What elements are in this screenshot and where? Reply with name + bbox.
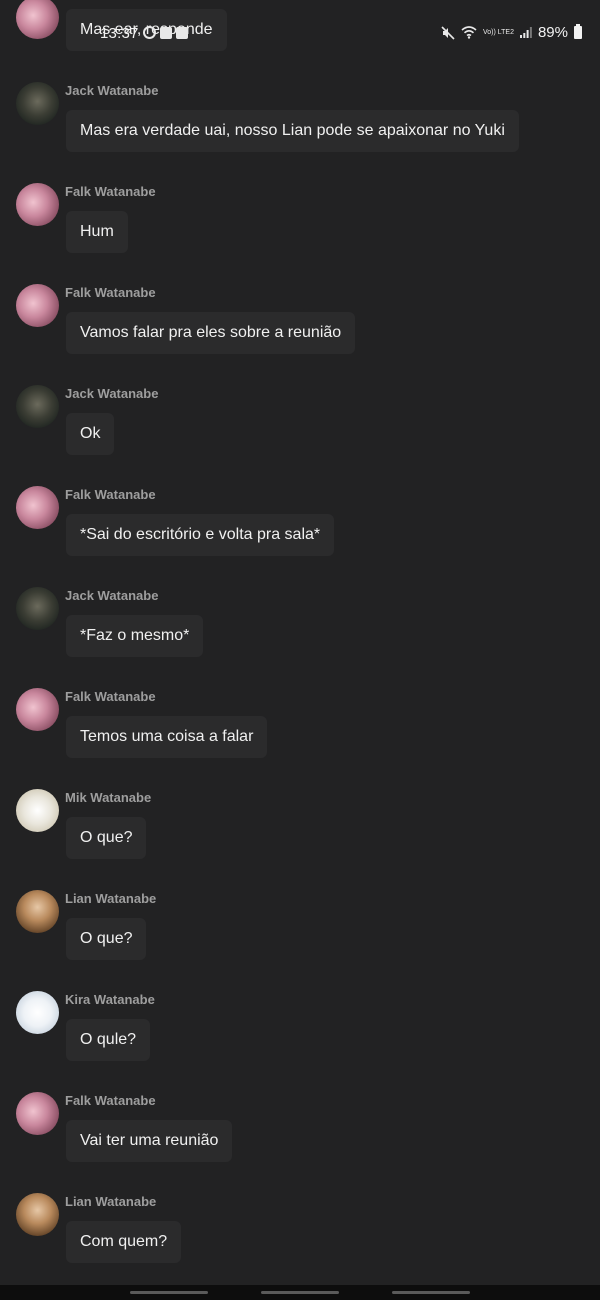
navigation-bar <box>0 1285 600 1300</box>
sender-name[interactable]: Kira Watanabe <box>65 992 155 1007</box>
sender-name[interactable]: Jack Watanabe <box>65 386 158 401</box>
nav-home-button[interactable] <box>261 1291 339 1294</box>
avatar-falk[interactable] <box>16 183 59 226</box>
message-icon <box>176 26 188 39</box>
status-bar: 13:37 Vo)) LTE2 89% <box>0 22 600 46</box>
nav-recents-button[interactable] <box>130 1291 208 1294</box>
avatar-mik[interactable] <box>16 789 59 832</box>
avatar-falk[interactable] <box>16 688 59 731</box>
chat-message-list[interactable]: Mas ear, responde Jack Watanabe Mas era … <box>0 0 600 1285</box>
battery-percentage: 89% <box>537 24 568 41</box>
sender-name[interactable]: Jack Watanabe <box>65 83 158 98</box>
message-bubble[interactable]: Vai ter uma reunião <box>66 1120 233 1162</box>
mute-icon <box>441 25 455 40</box>
sender-name[interactable]: Lian Watanabe <box>65 1194 156 1209</box>
volte-indicator: Vo)) LTE2 <box>482 29 514 36</box>
avatar-falk[interactable] <box>16 486 59 529</box>
avatar-falk[interactable] <box>16 284 59 327</box>
gallery-icon <box>160 26 172 39</box>
avatar-jack[interactable] <box>16 587 59 630</box>
message-bubble[interactable]: *Sai do escritório e volta pra sala* <box>66 514 335 556</box>
battery-icon <box>574 24 582 39</box>
status-time: 13:37 <box>100 25 139 42</box>
sender-name[interactable]: Falk Watanabe <box>65 689 156 704</box>
screen: Mas ear, responde Jack Watanabe Mas era … <box>0 0 600 1300</box>
avatar-lian[interactable] <box>16 1193 59 1236</box>
message-bubble[interactable]: O que? <box>66 817 147 859</box>
sender-name[interactable]: Lian Watanabe <box>65 891 156 906</box>
message-bubble[interactable]: Ok <box>66 413 115 455</box>
avatar-lian[interactable] <box>16 890 59 933</box>
sender-name[interactable]: Falk Watanabe <box>65 1093 156 1108</box>
sender-name[interactable]: Falk Watanabe <box>65 184 156 199</box>
sender-name[interactable]: Falk Watanabe <box>65 285 156 300</box>
avatar-jack[interactable] <box>16 385 59 428</box>
message-bubble[interactable]: Vamos falar pra eles sobre a reunião <box>66 312 356 354</box>
avatar-kira[interactable] <box>16 991 59 1034</box>
avatar-falk[interactable] <box>16 1092 59 1135</box>
message-bubble[interactable]: O que? <box>66 918 147 960</box>
message-bubble[interactable]: Hum <box>66 211 128 253</box>
sender-name[interactable]: Falk Watanabe <box>65 487 156 502</box>
message-bubble[interactable]: Temos uma coisa a falar <box>66 716 268 758</box>
signal-icon <box>519 27 532 38</box>
avatar-jack[interactable] <box>16 82 59 125</box>
message-bubble[interactable]: O qule? <box>66 1019 151 1061</box>
message-bubble[interactable]: Com quem? <box>66 1221 182 1263</box>
sender-name[interactable]: Jack Watanabe <box>65 588 158 603</box>
whatsapp-icon <box>143 26 156 39</box>
nav-back-button[interactable] <box>392 1291 470 1294</box>
wifi-icon <box>461 26 477 39</box>
notification-icons <box>143 26 188 39</box>
status-indicators: Vo)) LTE2 89% <box>441 24 582 41</box>
sender-name[interactable]: Mik Watanabe <box>65 790 151 805</box>
message-bubble[interactable]: Mas era verdade uai, nosso Lian pode se … <box>66 110 519 152</box>
message-bubble[interactable]: *Faz o mesmo* <box>66 615 204 657</box>
